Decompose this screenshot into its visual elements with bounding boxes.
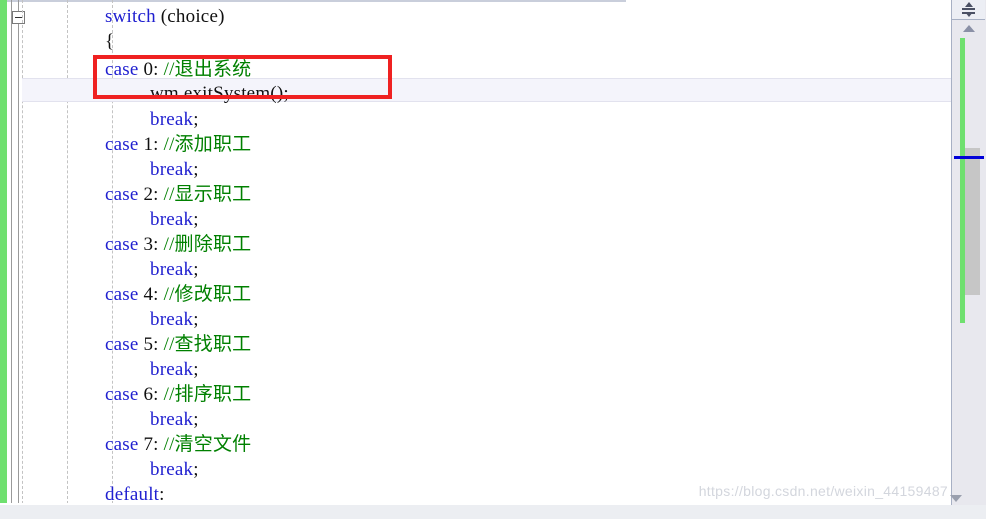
token-kw: switch [105,6,161,27]
token-plain: ; [193,459,199,480]
code-line-14[interactable]: case 5: //查找职工 [0,332,251,357]
token-cmt: //排序职工 [163,384,252,405]
token-plain: 7: [138,434,164,455]
code-line-6[interactable]: case 1: //添加职工 [0,132,251,157]
token-plain: 0: [138,59,164,80]
code-editor-window: switch (choice){case 0: //退出系统 wm.exitSys… [0,0,986,519]
code-line-13[interactable]: break; [0,307,199,332]
code-line-17[interactable]: break; [0,407,199,432]
code-line-10[interactable]: case 3: //删除职工 [0,232,251,257]
code-line-5[interactable]: break; [0,107,199,132]
scroll-up-arrow-icon[interactable] [963,25,975,32]
token-kw: case [105,384,139,405]
token-plain: : [159,484,165,505]
code-line-18[interactable]: case 7: //清空文件 [0,432,251,457]
token-plain: 2: [138,184,164,205]
code-line-16[interactable]: case 6: //排序职工 [0,382,251,407]
token-plain: 4: [138,284,164,305]
token-kw: case [105,59,139,80]
token-kw: case [105,284,139,305]
token-plain: 6: [138,384,164,405]
token-kw: break [150,209,194,230]
token-kw: case [105,434,139,455]
token-cmt: //删除职工 [163,234,252,255]
scrollbar-bookmark-marker [954,156,984,159]
split-arrow-down-icon [965,12,973,17]
code-line-7[interactable]: break; [0,157,199,182]
bottom-bar [0,505,986,519]
code-line-19[interactable]: break; [0,457,199,482]
code-line-4[interactable]: wm.exitSystem(); [0,81,289,106]
token-cmt: //退出系统 [163,59,252,80]
code-line-9[interactable]: break; [0,207,199,232]
scrollbar-thumb[interactable] [965,148,980,295]
token-plain: (choice) [160,6,225,27]
token-plain: ; [193,359,199,380]
split-grip-line-1 [962,8,975,10]
code-line-11[interactable]: break; [0,257,199,282]
token-kw: break [150,109,194,130]
token-plain: 1: [138,134,164,155]
token-cmt: //清空文件 [163,434,252,455]
csdn-watermark: https://blog.csdn.net/weixin_44159487 [698,483,948,499]
code-line-1[interactable]: switch (choice) [0,4,225,29]
token-plain: 5: [138,334,164,355]
vertical-scrollbar[interactable] [951,0,986,519]
token-kw: break [150,409,194,430]
code-line-8[interactable]: case 2: //显示职工 [0,182,251,207]
split-editor-icon[interactable] [952,0,985,20]
token-kw: case [105,184,139,205]
code-line-3[interactable]: case 0: //退出系统 [0,57,251,82]
code-text-area[interactable]: switch (choice){case 0: //退出系统 wm.exitSys… [0,0,952,519]
token-kw: case [105,134,139,155]
token-kw: break [150,259,194,280]
token-plain: ; [193,109,199,130]
token-plain: ; [193,209,199,230]
code-line-15[interactable]: break; [0,357,199,382]
token-kw: case [105,234,139,255]
token-plain: ; [193,309,199,330]
split-arrow-up-icon [965,2,973,7]
token-cmt: //查找职工 [163,334,252,355]
code-line-2[interactable]: { [0,29,114,54]
token-cmt: //修改职工 [163,284,252,305]
token-kw: break [150,309,194,330]
token-plain: { [105,31,115,52]
code-line-12[interactable]: case 4: //修改职工 [0,282,251,307]
token-kw: break [150,459,194,480]
token-plain: ; [193,159,199,180]
token-kw: break [150,159,194,180]
token-cmt: //添加职工 [163,134,252,155]
token-plain: ; [193,409,199,430]
token-plain: ; [193,259,199,280]
token-kw: break [150,359,194,380]
token-cmt: //显示职工 [163,184,252,205]
token-kw: case [105,334,139,355]
watermark-caret-icon [950,495,962,502]
token-kw: default [105,484,160,505]
token-plain: wm.exitSystem(); [150,83,289,104]
token-plain: 3: [138,234,164,255]
